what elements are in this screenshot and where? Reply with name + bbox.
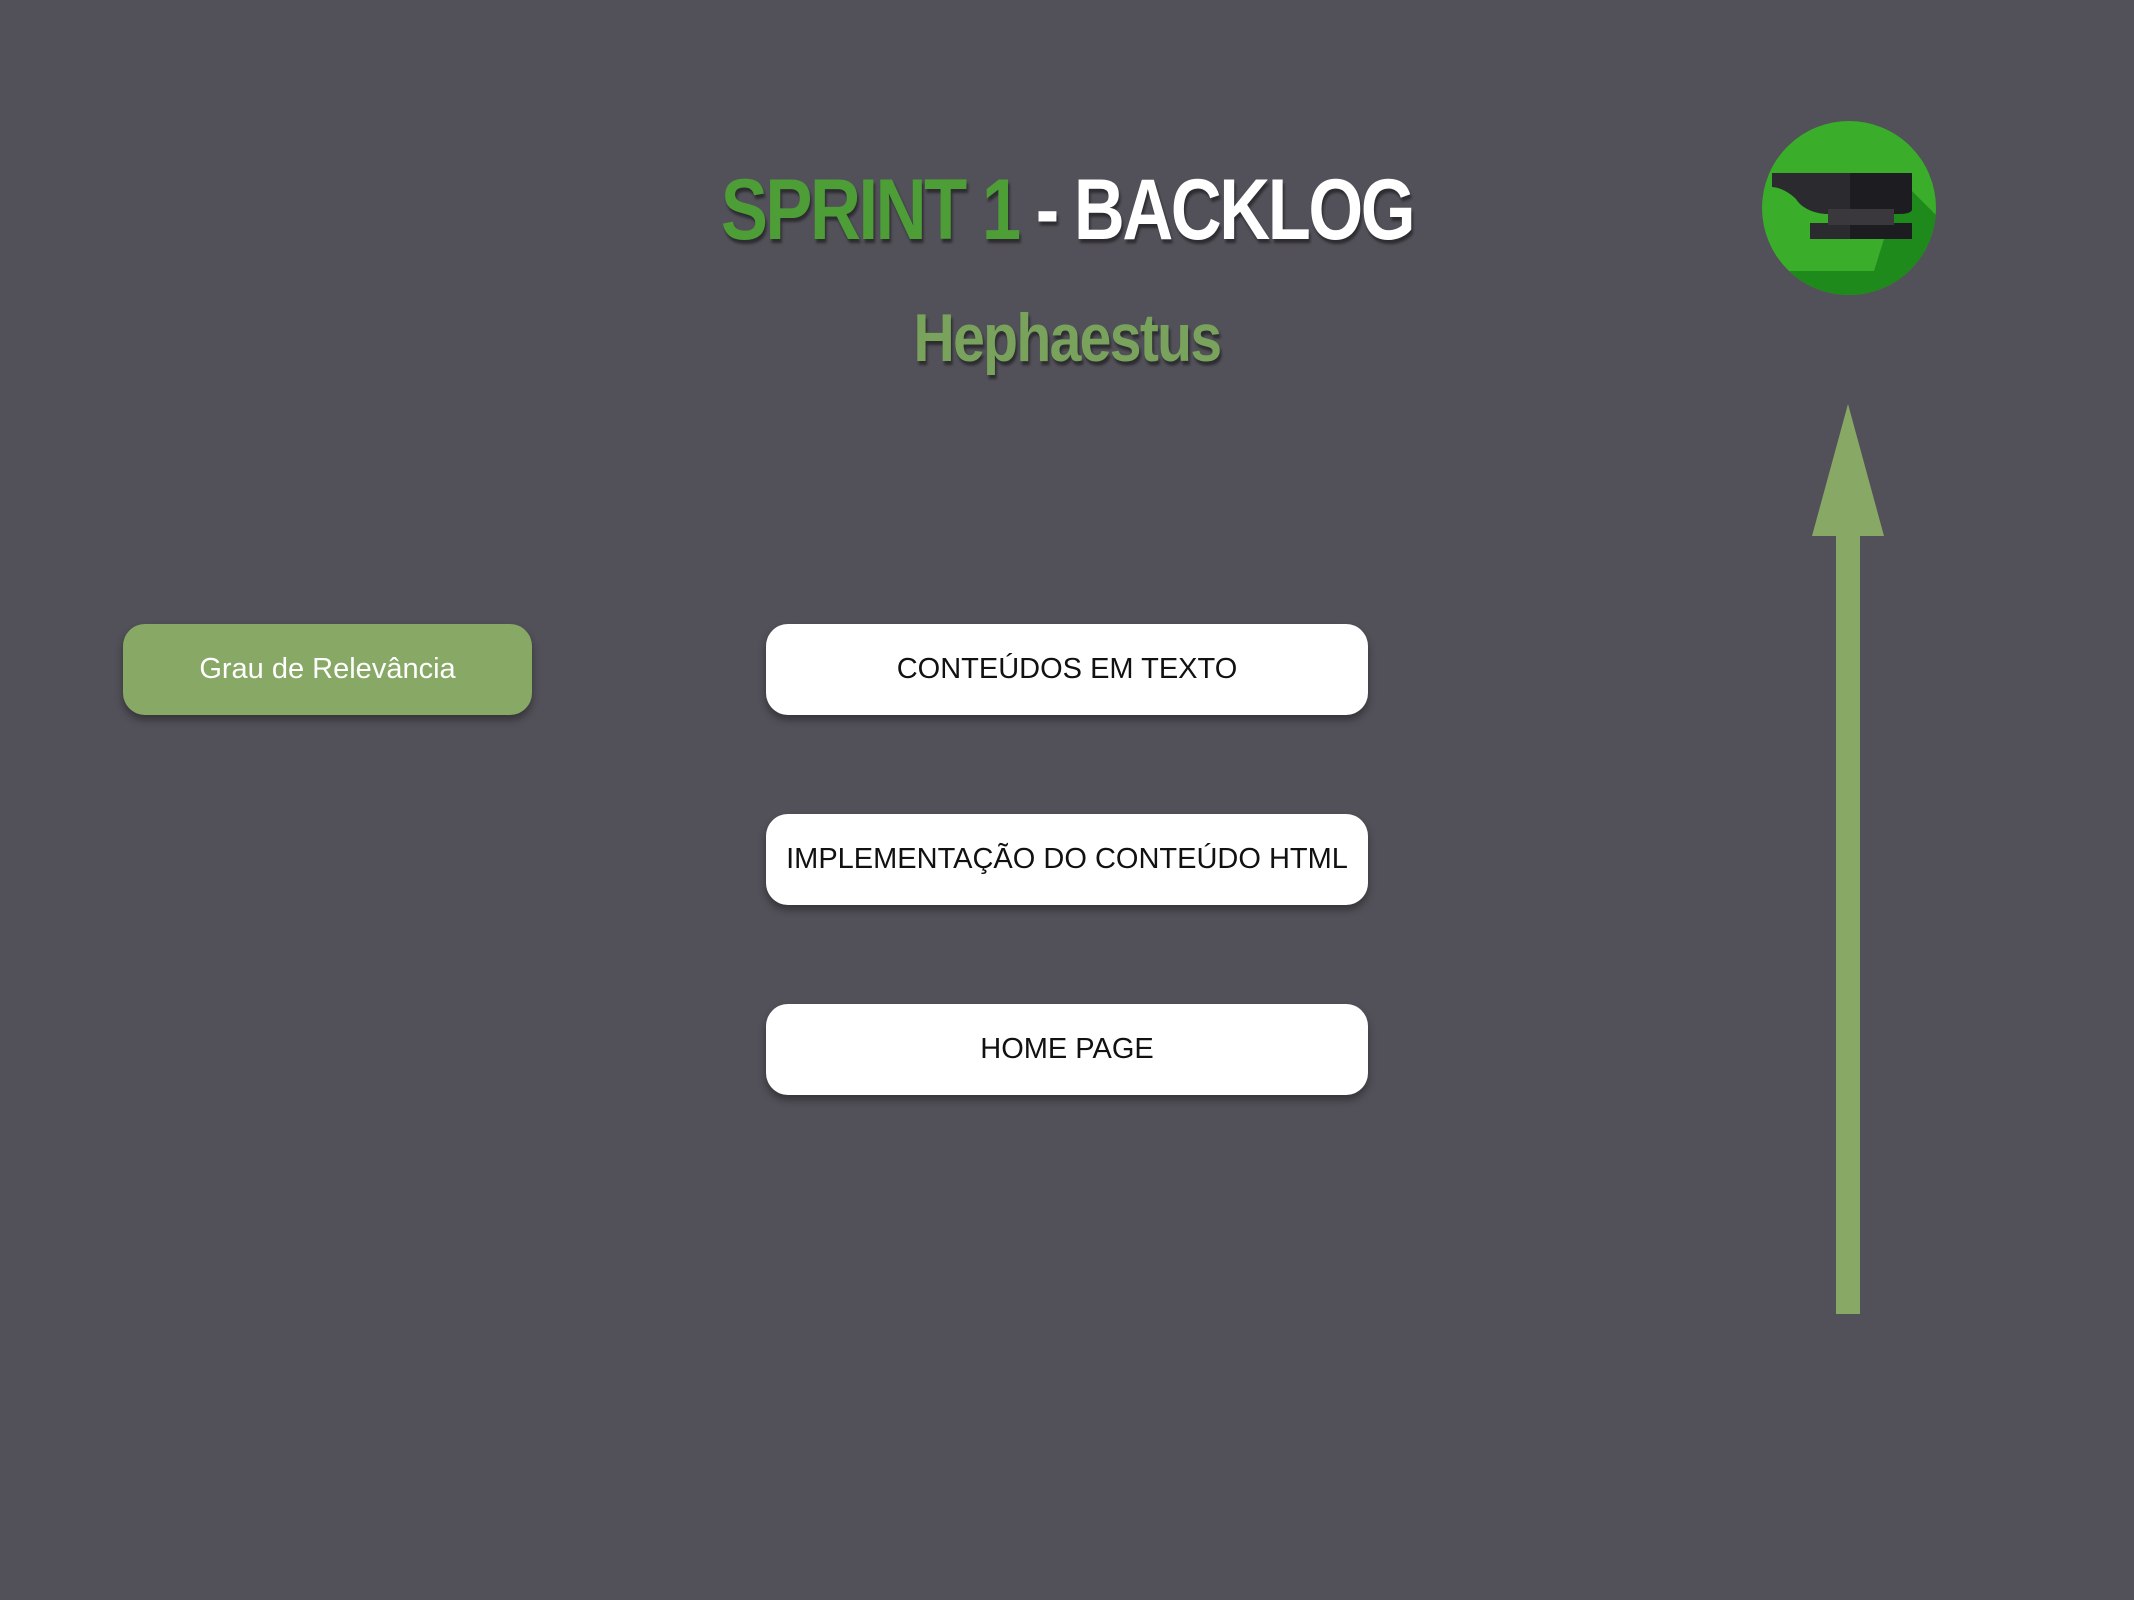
page-title: SPRINT 1 - BACKLOG xyxy=(192,160,1942,260)
backlog-item-html-implementation[interactable]: IMPLEMENTAÇÃO DO CONTEÚDO HTML xyxy=(766,814,1368,905)
title-sprint: SPRINT 1 xyxy=(720,162,1021,258)
title-backlog: - BACKLOG xyxy=(1018,162,1416,258)
backlog-item-text-content[interactable]: CONTEÚDOS EM TEXTO xyxy=(766,624,1368,715)
arrow-up-icon xyxy=(1812,404,1884,1314)
backlog-item-home-page[interactable]: HOME PAGE xyxy=(766,1004,1368,1095)
anvil-icon xyxy=(1762,121,1936,295)
relevance-button[interactable]: Grau de Relevância xyxy=(123,624,532,715)
page-subtitle: Hephaestus xyxy=(913,300,1223,376)
slide: SPRINT 1 - BACKLOG Hephaestus Grau de Re… xyxy=(0,0,2134,1600)
